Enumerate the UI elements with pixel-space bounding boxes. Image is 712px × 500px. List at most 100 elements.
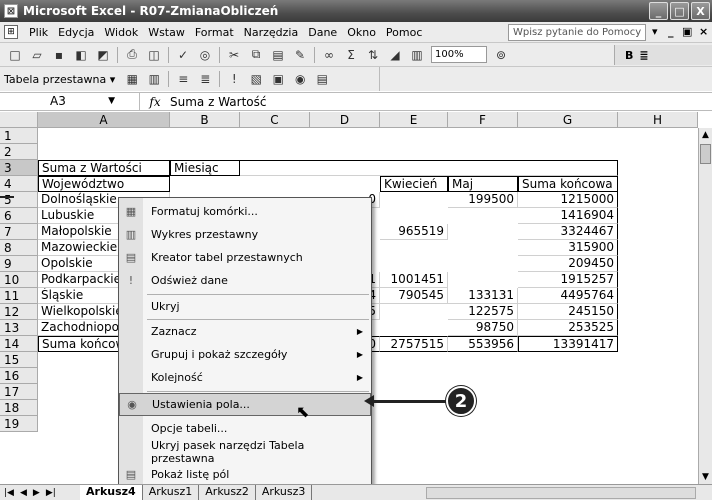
menu-item-order[interactable]: Kolejność ▶ [119, 366, 371, 389]
help-dropdown-icon[interactable]: ▾ [652, 25, 658, 38]
autosum-icon[interactable]: Σ [342, 46, 360, 64]
column-header-c[interactable]: C [240, 112, 310, 128]
menu-okno[interactable]: Okno [342, 26, 381, 39]
print-icon[interactable]: ⎙ [123, 46, 141, 64]
menu-edycja[interactable]: Edycja [53, 26, 99, 39]
cell-f4[interactable]: Maj [448, 176, 518, 192]
prev-sheet-icon[interactable]: ◀ [20, 488, 27, 498]
column-header-b[interactable]: B [170, 112, 240, 128]
formula-input[interactable]: Suma z Wartość [170, 95, 266, 109]
row-header[interactable]: 8 [0, 240, 38, 256]
menu-plik[interactable]: Plik [24, 26, 53, 39]
workbook-icon[interactable]: ⊞ [4, 25, 18, 39]
row-header[interactable]: 5 [0, 192, 38, 208]
function-icon[interactable]: fx [140, 95, 170, 109]
horizontal-scrollbar[interactable] [426, 487, 696, 499]
cell-b3[interactable]: Miesiąc [170, 160, 240, 176]
menu-item-table-options[interactable]: Opcje tabeli... [119, 417, 371, 440]
row-header[interactable]: 13 [0, 320, 38, 336]
cell-c3[interactable] [240, 160, 618, 176]
cell-f14[interactable]: 553956 [448, 336, 518, 352]
hide-detail-icon[interactable]: ≡ [174, 70, 192, 88]
cell-g13[interactable]: 253525 [518, 320, 618, 336]
cell-g11[interactable]: 4495764 [518, 288, 618, 304]
row-header[interactable]: 10 [0, 272, 38, 288]
maximize-button[interactable]: □ [670, 2, 689, 20]
open-icon[interactable]: ▱ [28, 46, 46, 64]
spelling-icon[interactable]: ✓ [174, 46, 192, 64]
cell-f13[interactable]: 98750 [448, 320, 518, 336]
scroll-up-icon[interactable]: ▲ [699, 130, 712, 140]
column-header-h[interactable]: H [618, 112, 698, 128]
row-header[interactable]: 16 [0, 368, 38, 384]
pivot-chart-icon[interactable]: ▥ [145, 70, 163, 88]
menu-narzedzia[interactable]: Narzędzia [239, 26, 304, 39]
cell-e11[interactable]: 790545 [380, 288, 448, 304]
first-sheet-icon[interactable]: |◀ [4, 488, 14, 498]
row-header[interactable]: 3 [0, 160, 38, 176]
cell-g6[interactable]: 1416904 [518, 208, 618, 224]
help-icon[interactable]: ⊚ [492, 46, 510, 64]
cell-g7[interactable]: 3324467 [518, 224, 618, 240]
select-all-corner[interactable] [0, 112, 38, 128]
format-report-icon[interactable]: ▦ [123, 70, 141, 88]
research-icon[interactable]: ◎ [196, 46, 214, 64]
row-header[interactable]: 14 [0, 336, 38, 352]
row-header[interactable]: 15 [0, 352, 38, 368]
row-header[interactable]: 1 [0, 128, 38, 144]
help-search-input[interactable]: Wpisz pytanie do Pomocy [508, 24, 646, 41]
cut-icon[interactable]: ✂ [225, 46, 243, 64]
sheet-tab-arkusz1[interactable]: Arkusz1 [143, 485, 200, 500]
sheet-tab-arkusz4[interactable]: Arkusz4 [80, 485, 143, 500]
vertical-scrollbar[interactable]: ▲ ▼ [698, 128, 712, 484]
row-header[interactable]: 2 [0, 144, 38, 160]
cell-e10[interactable]: 1001451 [380, 272, 448, 288]
row-header[interactable]: 17 [0, 384, 38, 400]
sheet-tab-arkusz3[interactable]: Arkusz3 [256, 485, 313, 500]
row-header[interactable]: 18 [0, 400, 38, 416]
show-detail-icon[interactable]: ≣ [196, 70, 214, 88]
cell-a4[interactable]: Województwo [38, 176, 170, 192]
cell-g12[interactable]: 245150 [518, 304, 618, 320]
row-header[interactable]: 4 [0, 176, 38, 192]
print-preview-icon[interactable]: ◫ [145, 46, 163, 64]
menu-item-select[interactable]: Zaznacz ▶ [119, 320, 371, 343]
save-icon[interactable]: ▪ [50, 46, 68, 64]
cell-a3[interactable]: Suma z Wartości [38, 160, 170, 176]
email-icon[interactable]: ◩ [94, 46, 112, 64]
row-header[interactable]: 19 [0, 416, 38, 432]
cell-g14[interactable]: 13391417 [518, 336, 618, 352]
row-header[interactable]: 6 [0, 208, 38, 224]
menu-item-refresh[interactable]: ! Odśwież dane [119, 269, 371, 292]
chart-wizard-icon[interactable]: ▥ [408, 46, 426, 64]
hyperlink-icon[interactable]: ∞ [320, 46, 338, 64]
excel-icon[interactable]: ⊠ [4, 4, 18, 18]
column-header-f[interactable]: F [448, 112, 518, 128]
sheet-nav[interactable]: |◀ ◀ ▶ ▶| [0, 488, 80, 498]
field-settings-icon[interactable]: ◉ [291, 70, 309, 88]
menu-dane[interactable]: Dane [303, 26, 342, 39]
doc-restore-button[interactable]: ▣ [682, 25, 692, 38]
align-button[interactable]: ≣ [639, 49, 648, 62]
doc-close-button[interactable]: × [699, 25, 708, 38]
cell-f5[interactable]: 199500 [448, 192, 518, 208]
name-box[interactable]: A3 ▼ [0, 93, 140, 110]
sort-ascending-icon[interactable]: ⇅ [364, 46, 382, 64]
cell-e4[interactable]: Kwiecień [380, 176, 448, 192]
cell-e14[interactable]: 2757515 [380, 336, 448, 352]
cell-g4[interactable]: Suma końcowa [518, 176, 618, 192]
column-header-e[interactable]: E [380, 112, 448, 128]
row-header[interactable]: 7 [0, 224, 38, 240]
menu-item-hide-toolbar[interactable]: Ukryj pasek narzędzi Tabela przestawna [119, 439, 371, 465]
menu-item-group[interactable]: Grupuj i pokaż szczegóły ▶ [119, 343, 371, 366]
cell-g8[interactable]: 315900 [518, 240, 618, 256]
column-header-a[interactable]: A [38, 112, 170, 128]
new-icon[interactable]: □ [6, 46, 24, 64]
last-sheet-icon[interactable]: ▶| [46, 488, 56, 498]
zoom-select[interactable]: 100% [431, 46, 487, 63]
scroll-thumb[interactable] [700, 144, 711, 164]
format-painter-icon[interactable]: ✎ [291, 46, 309, 64]
menu-pomoc[interactable]: Pomoc [381, 26, 427, 39]
copy-icon[interactable]: ⧉ [247, 46, 265, 64]
menu-item-hide[interactable]: Ukryj [119, 295, 371, 318]
